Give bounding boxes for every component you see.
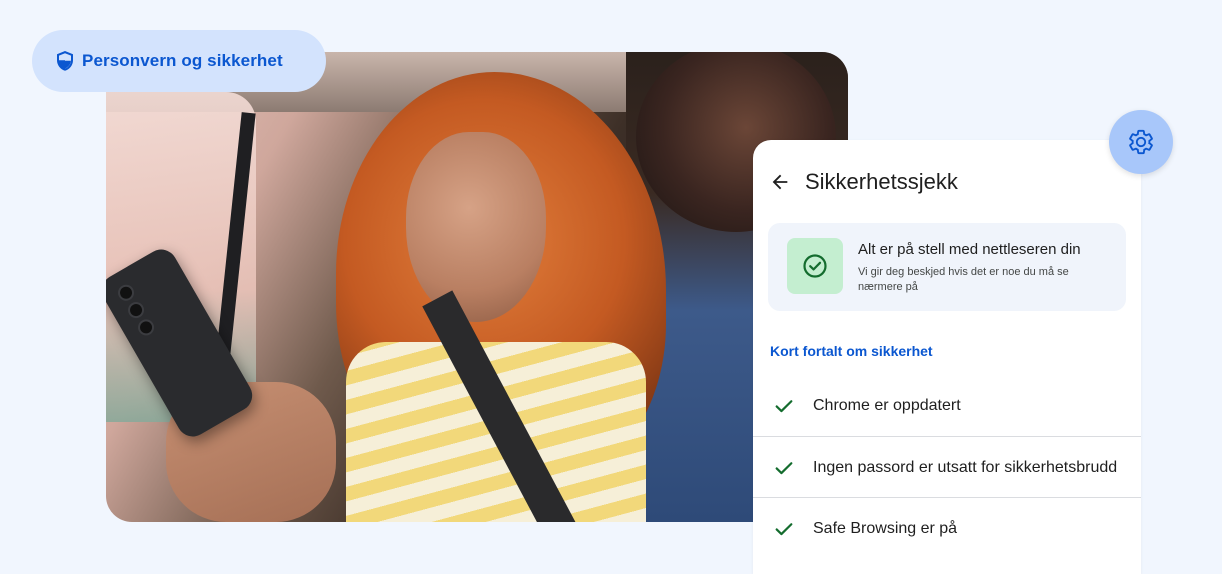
item-label: Safe Browsing er på [813,520,958,537]
item-label: Ingen passord er utsatt for sikkerhetsbr… [813,459,1118,476]
list-item[interactable]: Safe Browsing er på [753,498,1141,560]
status-title: Alt er på stell med nettleseren din [858,241,1081,258]
check-icon [775,400,793,413]
status-card: Alt er på stell med nettleseren din Vi g… [768,223,1126,311]
item-label: Chrome er oppdatert [813,397,961,414]
panel-header: Sikkerhetssjekk [753,164,1141,200]
phone-camera [125,299,147,321]
check-icon [775,462,793,475]
safety-check-panel: Sikkerhetssjekk Alt er på stell med nett… [753,140,1141,574]
check-circle-icon [803,254,827,278]
arrow-back-icon[interactable] [769,171,791,193]
page-title: Sikkerhetssjekk [805,169,958,194]
status-description: Vi gir deg beskjed hvis det er noe du må… [858,266,1069,293]
shield-icon [57,51,73,71]
phone-camera [115,281,137,304]
status-icon-box [787,238,843,294]
section-heading: Kort fortalt om sikkerhet [770,343,933,359]
list-item[interactable]: Chrome er oppdatert [753,375,1141,437]
privacy-security-chip[interactable]: Personvern og sikkerhet [32,30,326,92]
list-item[interactable]: Ingen passord er utsatt for sikkerhetsbr… [753,437,1141,499]
check-icon [775,523,793,536]
chip-label: Personvern og sikkerhet [82,51,283,70]
gear-icon [1129,129,1153,155]
hero-photo [106,52,848,522]
settings-button[interactable] [1109,110,1173,174]
phone-camera [135,316,157,339]
woman-face [406,132,546,322]
